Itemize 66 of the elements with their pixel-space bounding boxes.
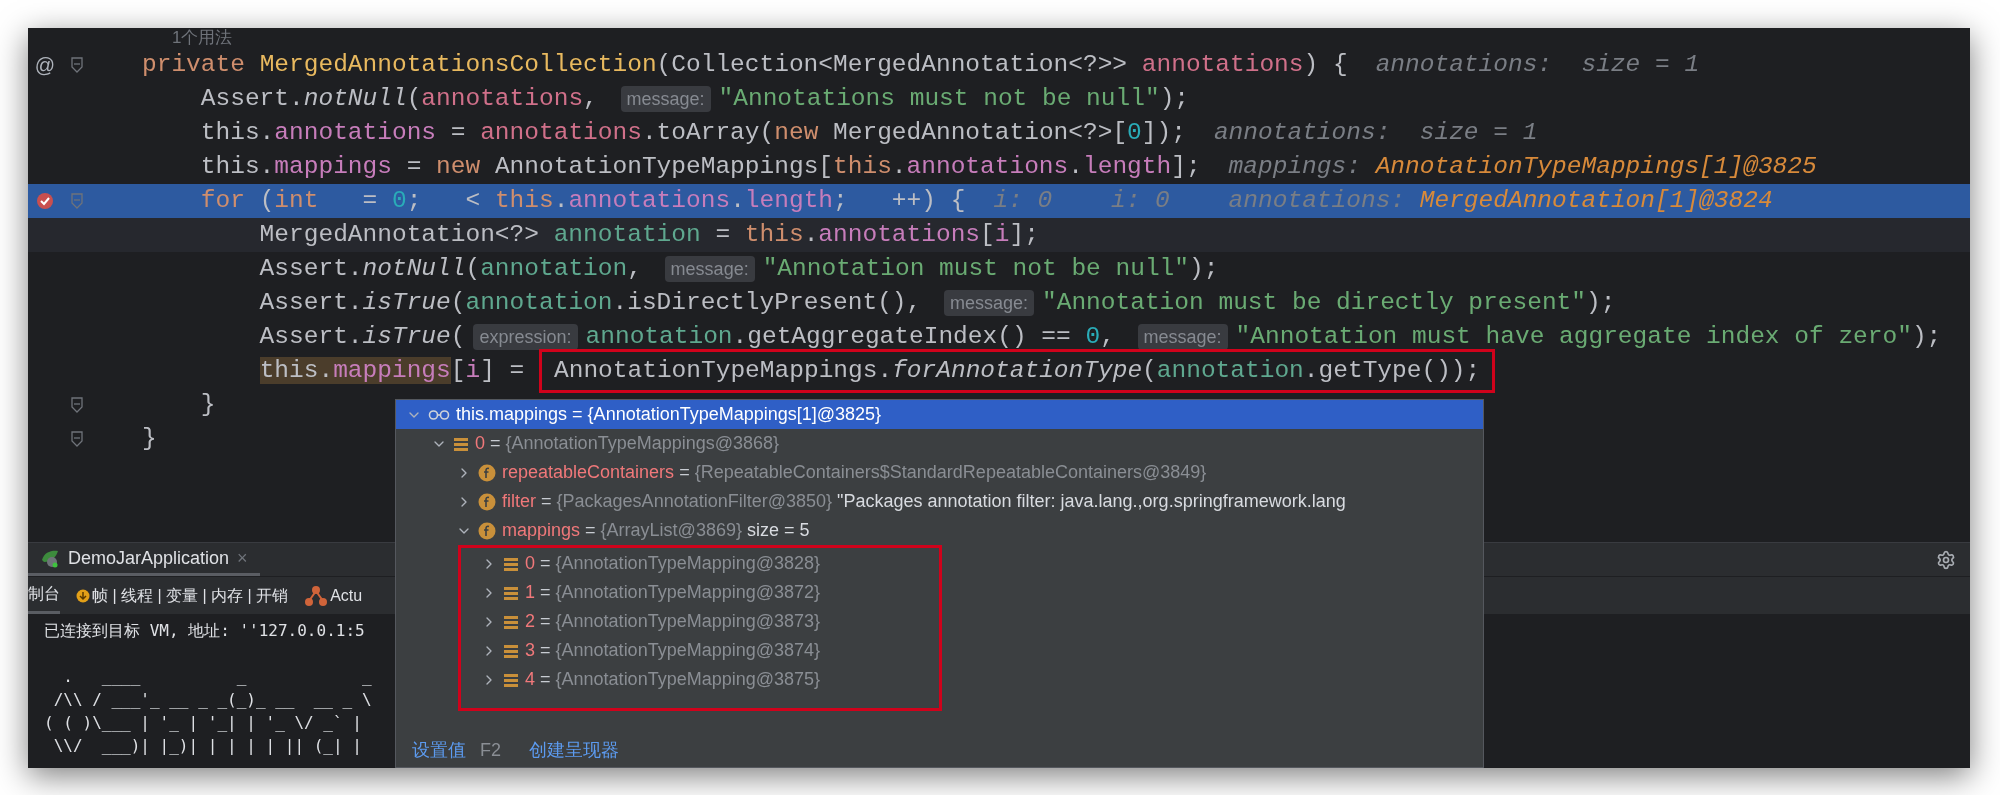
popup-action-link[interactable]: 创建呈现器 xyxy=(529,736,619,764)
inlay-hint: message: xyxy=(1137,324,1228,350)
fold-icon[interactable] xyxy=(71,397,83,413)
console-line: \\/ ___)| |_)| | | | | || (_| | xyxy=(52,735,362,757)
tree-row[interactable]: mappings = {ArrayList@3869} size = 5 xyxy=(396,516,1483,545)
list-icon xyxy=(503,671,519,688)
popup-action-link[interactable]: 设置值 xyxy=(412,736,466,764)
code-text: for (int = 0; < this.annotations.length; ++) { xyxy=(199,185,966,216)
breakpoint-icon[interactable] xyxy=(35,191,55,211)
list-icon xyxy=(503,555,519,572)
inlay-hint: message: xyxy=(664,256,755,282)
code-text: this.annotations = annotations.toArray(new MergedAnnotation<?>[0]); xyxy=(199,117,1186,148)
code-text: Assert.notNull(annotation, xyxy=(258,253,643,284)
code-text: Assert.notNull(annotations, xyxy=(199,83,599,114)
inline-debug-value: mappings: AnnotationTypeMappings[1]@3825 xyxy=(1228,151,1817,182)
highlighted-expression: AnnotationTypeMappings.forAnnotationType(annotation.getType()); xyxy=(539,348,1496,394)
code-text: this.mappings = new AnnotationTypeMappings[this.annotations.length]; xyxy=(199,151,1201,182)
inline-debug-value: annotations: size = 1 xyxy=(1213,117,1538,148)
list-icon xyxy=(503,613,519,630)
console-line: ( ( )\___ | '_ | '_| | '_ \/ _` | xyxy=(44,712,362,734)
code-text: Assert.isTrue(annotation.isDirectlyPresent(), xyxy=(258,287,923,318)
settings-icon[interactable] xyxy=(1936,549,1956,570)
code-text: "Annotation must not be null"); xyxy=(762,253,1219,284)
tree-row[interactable]: 4 = {AnnotationTypeMapping@3875} xyxy=(461,665,939,694)
tree-row[interactable]: 0 = {AnnotationTypeMapping@3828} xyxy=(461,549,939,578)
field-icon xyxy=(478,492,496,511)
toolbar-tab[interactable]: Actu xyxy=(304,577,363,614)
list-icon xyxy=(453,435,469,452)
step-icon xyxy=(76,588,90,603)
fold-icon[interactable] xyxy=(71,431,83,447)
code-text: this.mappings[i] = xyxy=(258,355,526,386)
shortcut-label: F2 xyxy=(480,738,501,762)
tree-row[interactable]: 3 = {AnnotationTypeMapping@3874} xyxy=(461,636,939,665)
tree-row[interactable]: filter = {PackagesAnnotationFilter@3850} "Packages annotation filter: java.lang.,org.springframework.lang xyxy=(396,487,1483,516)
code-text: private MergedAnnotationsCollection(Collection<MergedAnnotation<?>> annotations) { xyxy=(142,49,1348,80)
console-line: /\\ / ___'_ __ _ _(_)_ __ __ _ \ xyxy=(52,689,372,711)
list-icon xyxy=(503,642,519,659)
inlay-hint: expression: xyxy=(473,324,578,350)
code-text: } xyxy=(142,423,157,454)
list-icon xyxy=(503,584,519,601)
tree-row[interactable]: 2 = {AnnotationTypeMapping@3873} xyxy=(461,607,939,636)
tree-row[interactable]: 1 = {AnnotationTypeMapping@3872} xyxy=(461,578,939,607)
inline-debug-value: i: 0 i: 0 annotations: MergedAnnotation[1]@3824 xyxy=(993,185,1773,216)
nodes-icon xyxy=(304,584,329,607)
field-icon xyxy=(478,463,496,482)
code-text: Assert.isTrue( xyxy=(258,321,466,352)
inlay-hint: message: xyxy=(943,290,1034,316)
fold-icon[interactable] xyxy=(71,57,83,73)
usage-count[interactable]: 1个用法 xyxy=(172,28,233,48)
tree-row[interactable]: this.mappings = {AnnotationTypeMappings[1]@3825} xyxy=(396,400,1483,429)
code-text: "Annotations must not be null"); xyxy=(718,83,1190,114)
inlay-hint: message: xyxy=(620,86,711,112)
inline-debug-value: annotations: size = 1 xyxy=(1375,49,1700,80)
field-icon xyxy=(478,521,496,540)
run-tab[interactable]: DemoJarApplication × xyxy=(28,543,260,576)
code-text: "Annotation must be directly present"); xyxy=(1042,287,1616,318)
glasses-icon xyxy=(428,408,450,421)
toolbar-tab[interactable]: 帧 | 线程 | 变量 | 内存 | 开销 xyxy=(76,577,289,614)
code-text: } xyxy=(199,389,216,420)
app-icon xyxy=(40,548,60,568)
console-line: 已连接到目标 VM, 地址: ''127.0.0.1:5 xyxy=(44,620,365,642)
tree-row[interactable]: 0 = {AnnotationTypeMappings@3868} xyxy=(396,429,1483,458)
gutter-marker: @ xyxy=(34,53,56,78)
console-line: . ____ _ _ xyxy=(62,666,372,688)
code-text: MergedAnnotation<?> annotation = this.annotations[i]; xyxy=(258,219,1039,250)
tree-row[interactable]: repeatableContainers = {RepeatableContainers$StandardRepeatableContainers@3849} xyxy=(396,458,1483,487)
